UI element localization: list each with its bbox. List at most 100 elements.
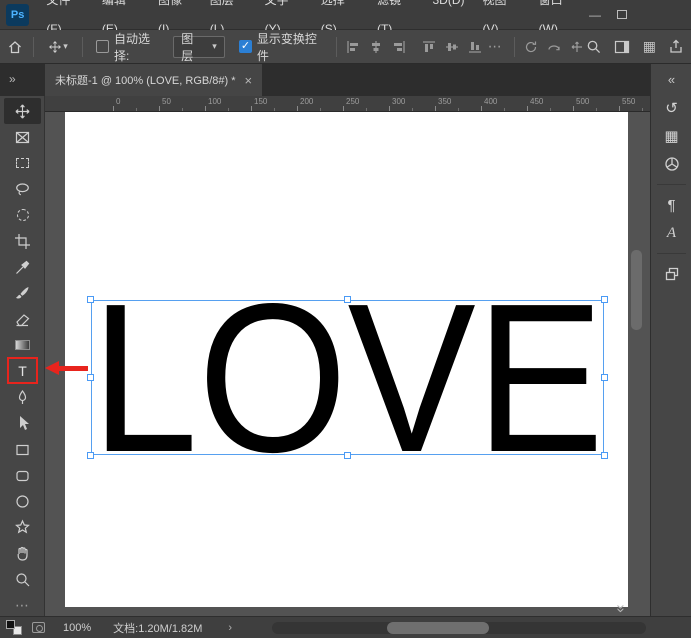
ruler-tick (389, 106, 390, 111)
workspace-switcher-icon[interactable] (614, 40, 630, 54)
pen-tool[interactable] (4, 384, 41, 410)
document-tab-bar: » 未标题-1 @ 100% (LOVE, RGB/8#) * × (0, 64, 691, 96)
3d-mode-roll-icon[interactable] (547, 40, 561, 54)
document-tab[interactable]: 未标题-1 @ 100% (LOVE, RGB/8#) * × (45, 64, 263, 96)
status-chevron-icon[interactable]: › (228, 622, 232, 634)
rectangle-tool[interactable] (4, 436, 41, 462)
move-tool-preset-icon[interactable]: ▾ (41, 35, 75, 59)
rounded-rectangle-tool[interactable] (4, 462, 41, 488)
swatches-panel-icon[interactable]: ▦ (657, 123, 687, 149)
eraser-tool[interactable] (4, 306, 41, 332)
align-center-horizontal-icon[interactable] (369, 40, 383, 54)
foreground-background-colors-icon[interactable] (6, 620, 22, 635)
toolbar-collapse-icon[interactable]: » (9, 72, 16, 86)
double-chevron-down-icon[interactable]: » (613, 604, 630, 612)
ruler-label: 250 (346, 97, 360, 106)
zoom-level[interactable]: 100% (63, 622, 91, 634)
3d-mode-icons-group (524, 40, 584, 54)
close-tab-icon[interactable]: × (245, 73, 253, 88)
move-tool[interactable] (4, 98, 41, 124)
chevron-down-icon: ▾ (212, 41, 217, 51)
panel-expand-icon[interactable]: « (651, 72, 691, 87)
color-panel-icon[interactable] (657, 151, 687, 177)
transform-handle[interactable] (87, 374, 94, 381)
path-selection-tool[interactable] (4, 410, 41, 436)
align-left-icon[interactable] (346, 40, 360, 54)
frame-tool[interactable] (4, 124, 41, 150)
align-icons-group (422, 40, 482, 54)
gradient-tool[interactable] (4, 332, 41, 358)
transform-handle[interactable] (87, 452, 94, 459)
ruler-label: 300 (392, 97, 406, 106)
align-icons-group (346, 40, 406, 54)
transform-handle[interactable] (601, 452, 608, 459)
vertical-scrollbar[interactable] (631, 250, 642, 330)
transform-handle[interactable] (601, 296, 608, 303)
3d-mode-pan-icon[interactable] (570, 40, 584, 54)
ruler-label: 550 (622, 97, 636, 106)
3d-mode-rotate-icon[interactable] (524, 40, 538, 54)
share-icon[interactable] (669, 39, 683, 54)
rectangular-marquee-tool[interactable] (4, 150, 41, 176)
transform-bounding-box (91, 300, 604, 455)
eyedropper-tool[interactable] (4, 254, 41, 280)
target-select-dropdown[interactable]: 图层 ▾ (173, 32, 225, 63)
annotation-arrow (45, 361, 59, 375)
show-transform-checkbox[interactable] (238, 39, 252, 53)
brush-tool[interactable] (4, 280, 41, 306)
history-panel-icon[interactable]: ↺ (657, 95, 687, 121)
align-middle-vertical-icon[interactable] (445, 40, 459, 54)
transform-handle[interactable] (601, 374, 608, 381)
character-panel-icon[interactable]: A (657, 220, 687, 246)
ruler-tick (573, 106, 574, 111)
hand-tool[interactable] (4, 540, 41, 566)
transform-handle[interactable] (344, 296, 351, 303)
divider (657, 184, 686, 185)
ellipsis-icon: ⋯ (15, 596, 30, 613)
ruler-label: 350 (438, 97, 452, 106)
canvas-pasteboard[interactable]: LOVE » (45, 112, 650, 616)
zoom-tool[interactable] (4, 566, 41, 592)
crop-tool[interactable] (4, 228, 41, 254)
search-icon[interactable] (586, 39, 601, 54)
align-right-icon[interactable] (392, 40, 406, 54)
custom-shape-tool[interactable] (4, 514, 41, 540)
document-info[interactable]: 文档:1.20M/1.82M (113, 620, 202, 636)
more-tools-icon[interactable]: ⋯ (4, 592, 41, 618)
minimize-icon[interactable]: — (589, 9, 601, 21)
object-selection-tool[interactable] (4, 202, 41, 228)
more-align-options-icon[interactable]: ⋯ (488, 38, 503, 55)
transform-handle[interactable] (344, 452, 351, 459)
align-top-icon[interactable] (422, 40, 436, 54)
document-canvas[interactable]: LOVE (65, 112, 628, 607)
layers-panel-icon[interactable] (657, 261, 687, 287)
ruler-label: 200 (300, 97, 314, 106)
ruler-tick-minor (136, 108, 137, 111)
gradient-icon (15, 340, 30, 350)
horizontal-scrollbar[interactable] (272, 622, 646, 634)
ruler-tick (159, 106, 160, 111)
annotation-box (7, 357, 38, 384)
ellipse-tool[interactable] (4, 488, 41, 514)
ruler-label: 450 (530, 97, 544, 106)
photoshop-window: Ps 文件(F) 编辑(E) 图像(I) 图层(L) 文字(Y) 选择(S) 滤… (0, 0, 691, 638)
horizontal-scrollbar-thumb[interactable] (387, 622, 489, 634)
quick-mask-icon[interactable] (32, 622, 45, 633)
panel-grid-icon[interactable]: ▦ (643, 38, 656, 55)
restore-icon[interactable] (617, 10, 627, 19)
ruler-tick (435, 106, 436, 111)
ruler-tick (113, 106, 114, 111)
marquee-icon (16, 158, 29, 168)
auto-select-checkbox[interactable] (96, 40, 109, 53)
paragraph-panel-icon[interactable]: ¶ (657, 192, 687, 218)
menu-bar: Ps 文件(F) 编辑(E) 图像(I) 图层(L) 文字(Y) 选择(S) 滤… (0, 0, 691, 36)
photoshop-logo-icon[interactable]: Ps (6, 3, 30, 26)
ruler-tick-minor (458, 108, 459, 111)
home-icon[interactable] (4, 35, 26, 59)
lasso-tool[interactable] (4, 176, 41, 202)
ruler-tick-minor (274, 108, 275, 111)
show-transform-label: 显示变换控件 (256, 31, 317, 63)
options-bar: ▾ 自动选择: 图层 ▾ 显示变换控件 ⋯ (0, 30, 691, 64)
transform-handle[interactable] (87, 296, 94, 303)
align-bottom-icon[interactable] (468, 40, 482, 54)
